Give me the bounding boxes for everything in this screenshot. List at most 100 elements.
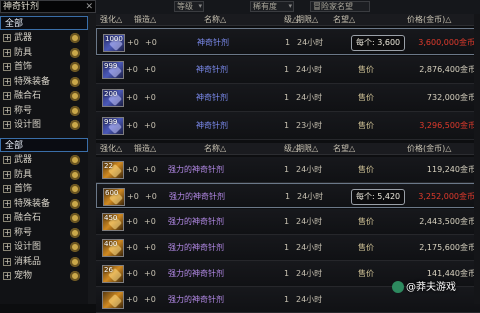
sidebar-item[interactable]: + 特殊装备: [0, 75, 88, 89]
level-filter-button[interactable]: 等级 ▾: [174, 1, 204, 12]
sidebar-item[interactable]: + 消耗品: [0, 255, 88, 269]
listing-row[interactable]: 999 +0 +0 神奇针剂 1 24小时 售价 2,876,400金币: [96, 56, 480, 84]
forge-level: +0: [145, 38, 157, 47]
gear-icon[interactable]: [70, 91, 80, 101]
sidebar-item[interactable]: + 武器: [0, 31, 88, 45]
gear-icon[interactable]: [70, 242, 80, 252]
expand-icon[interactable]: +: [3, 199, 11, 208]
expand-icon[interactable]: +: [3, 106, 11, 115]
expand-icon[interactable]: +: [3, 228, 11, 237]
syringe-item-icon: 200: [102, 89, 124, 107]
gear-icon[interactable]: [70, 256, 80, 267]
sidebar-item[interactable]: + 首饰: [0, 60, 88, 74]
listing-row[interactable]: 450 +0 +0 强力的神奇针剂 1 24小时 售价 2,443,500金币: [96, 209, 480, 235]
item-quantity: 999: [104, 118, 118, 126]
gear-icon[interactable]: [70, 155, 80, 165]
item-price: 2,876,400金币: [419, 65, 476, 74]
item-name: 神奇针剂: [196, 93, 228, 102]
sidebar-item[interactable]: + 防具: [0, 168, 88, 182]
expand-icon[interactable]: +: [3, 92, 11, 100]
forge-level: +0: [144, 121, 156, 130]
expand-icon[interactable]: +: [3, 243, 11, 251]
expand-icon[interactable]: +: [3, 156, 11, 164]
sidebar-item[interactable]: + 称号: [0, 104, 88, 118]
gear-icon[interactable]: [70, 47, 80, 58]
sidebar-item[interactable]: + 设计图: [0, 118, 88, 132]
gear-icon[interactable]: [70, 120, 80, 130]
sidebar-item-label: 防具: [14, 47, 33, 58]
scrollbar[interactable]: [474, 14, 480, 304]
column-header-0[interactable]: 强化△: [100, 143, 122, 154]
item-price: 119,240金币: [426, 165, 476, 174]
listing-duration: 24小时: [297, 38, 324, 47]
column-header-6[interactable]: 价格(金币)△: [407, 14, 451, 25]
syringe-item-icon: 1000: [103, 34, 125, 52]
listing-duration: 24小时: [296, 217, 323, 226]
expand-icon[interactable]: +: [3, 272, 11, 280]
unit-price-tooltip: 每个: 5,420: [351, 189, 406, 205]
column-header-1[interactable]: 锻造△: [134, 143, 156, 154]
rarity-filter-button[interactable]: 稀有度 ▾: [250, 1, 294, 12]
column-header-5[interactable]: 名望△: [333, 143, 355, 154]
column-header-2[interactable]: 名称△: [204, 14, 226, 25]
column-header-2[interactable]: 名称△: [204, 143, 226, 154]
column-header-0[interactable]: 强化△: [100, 14, 122, 25]
reputation-filter-button[interactable]: 冒险家名望: [310, 1, 370, 12]
sidebar-item[interactable]: + 武器: [0, 153, 88, 167]
sidebar-item[interactable]: + 宠物: [0, 269, 88, 283]
syringe-item-icon: 400: [102, 239, 124, 257]
item-name: 强力的神奇针剂: [169, 192, 225, 201]
auction-listing-panel: 强化△ 锻造△ 名称△ 级△ 期限△ 名望△ 价格(金币)△ 1000 +0 +0 神奇针剂 1 24…: [96, 14, 480, 313]
expand-icon[interactable]: +: [3, 214, 11, 222]
clear-icon[interactable]: ✕: [85, 1, 93, 13]
listing-row[interactable]: 1000 +0 +0 神奇针剂 1 24小时 3,600,000金币 每个: 3,600: [96, 28, 480, 55]
item-name: 神奇针剂: [197, 38, 229, 47]
sidebar-item[interactable]: + 首饰: [0, 182, 88, 196]
gear-icon[interactable]: [70, 62, 80, 72]
gear-icon[interactable]: [70, 271, 80, 281]
item-level: 1: [284, 269, 290, 278]
search-input[interactable]: 神奇针剂 ✕: [0, 0, 96, 13]
column-header-5[interactable]: 名望△: [333, 14, 355, 25]
expand-icon[interactable]: +: [3, 185, 11, 193]
column-header-4[interactable]: 期限△: [296, 14, 318, 25]
gear-icon[interactable]: [70, 76, 80, 87]
expand-icon[interactable]: +: [3, 170, 11, 179]
gear-icon[interactable]: [70, 198, 80, 209]
column-header-4[interactable]: 期限△: [296, 143, 318, 154]
sidebar-item[interactable]: + 融合石: [0, 211, 88, 225]
sidebar-item[interactable]: + 防具: [0, 46, 88, 60]
listing-row[interactable]: 400 +0 +0 强力的神奇针剂 1 24小时 售价 2,175,600金币: [96, 235, 480, 261]
gear-icon[interactable]: [70, 169, 80, 180]
gear-icon[interactable]: [70, 227, 80, 238]
item-level: 1: [284, 121, 290, 130]
column-header-1[interactable]: 锻造△: [134, 14, 156, 25]
sell-price-label: 售价: [358, 165, 374, 174]
sidebar-all-category[interactable]: 全部: [0, 16, 88, 30]
gear-icon[interactable]: [70, 33, 80, 43]
expand-icon[interactable]: +: [3, 257, 11, 266]
item-level: 1: [284, 65, 290, 74]
gear-icon[interactable]: [70, 184, 80, 194]
sidebar-item[interactable]: + 称号: [0, 226, 88, 240]
column-header-6[interactable]: 价格(金币)△: [407, 143, 451, 154]
sell-price-label: 售价: [358, 93, 374, 102]
sidebar-item[interactable]: + 融合石: [0, 89, 88, 103]
sidebar-all-category[interactable]: 全部: [0, 138, 88, 152]
gear-icon[interactable]: [70, 105, 80, 116]
expand-icon[interactable]: +: [3, 34, 11, 42]
gear-icon[interactable]: [70, 213, 80, 223]
sidebar-item[interactable]: + 特殊装备: [0, 197, 88, 211]
sidebar-item[interactable]: + 设计图: [0, 240, 88, 254]
expand-icon[interactable]: +: [3, 77, 11, 86]
sidebar-item-label: 特殊装备: [14, 198, 51, 209]
listing-row[interactable]: 22 +0 +0 强力的神奇针剂 1 24小时 售价 119,240金币: [96, 157, 480, 183]
expand-icon[interactable]: +: [3, 63, 11, 71]
expand-icon[interactable]: +: [3, 48, 11, 57]
item-quantity: 999: [104, 62, 118, 70]
expand-icon[interactable]: +: [3, 121, 11, 129]
listing-row[interactable]: 999 +0 +0 神奇针剂 1 23小时 售价 3,296,500金币: [96, 112, 480, 140]
column-header: 强化△ 锻造△ 名称△ 级△ 期限△ 名望△ 价格(金币)△: [96, 14, 480, 26]
listing-row[interactable]: 600 +0 +0 强力的神奇针剂 1 24小时 3,252,000金币 每个: 5,420: [96, 183, 480, 208]
listing-row[interactable]: 200 +0 +0 神奇针剂 1 24小时 售价 732,000金币: [96, 84, 480, 112]
